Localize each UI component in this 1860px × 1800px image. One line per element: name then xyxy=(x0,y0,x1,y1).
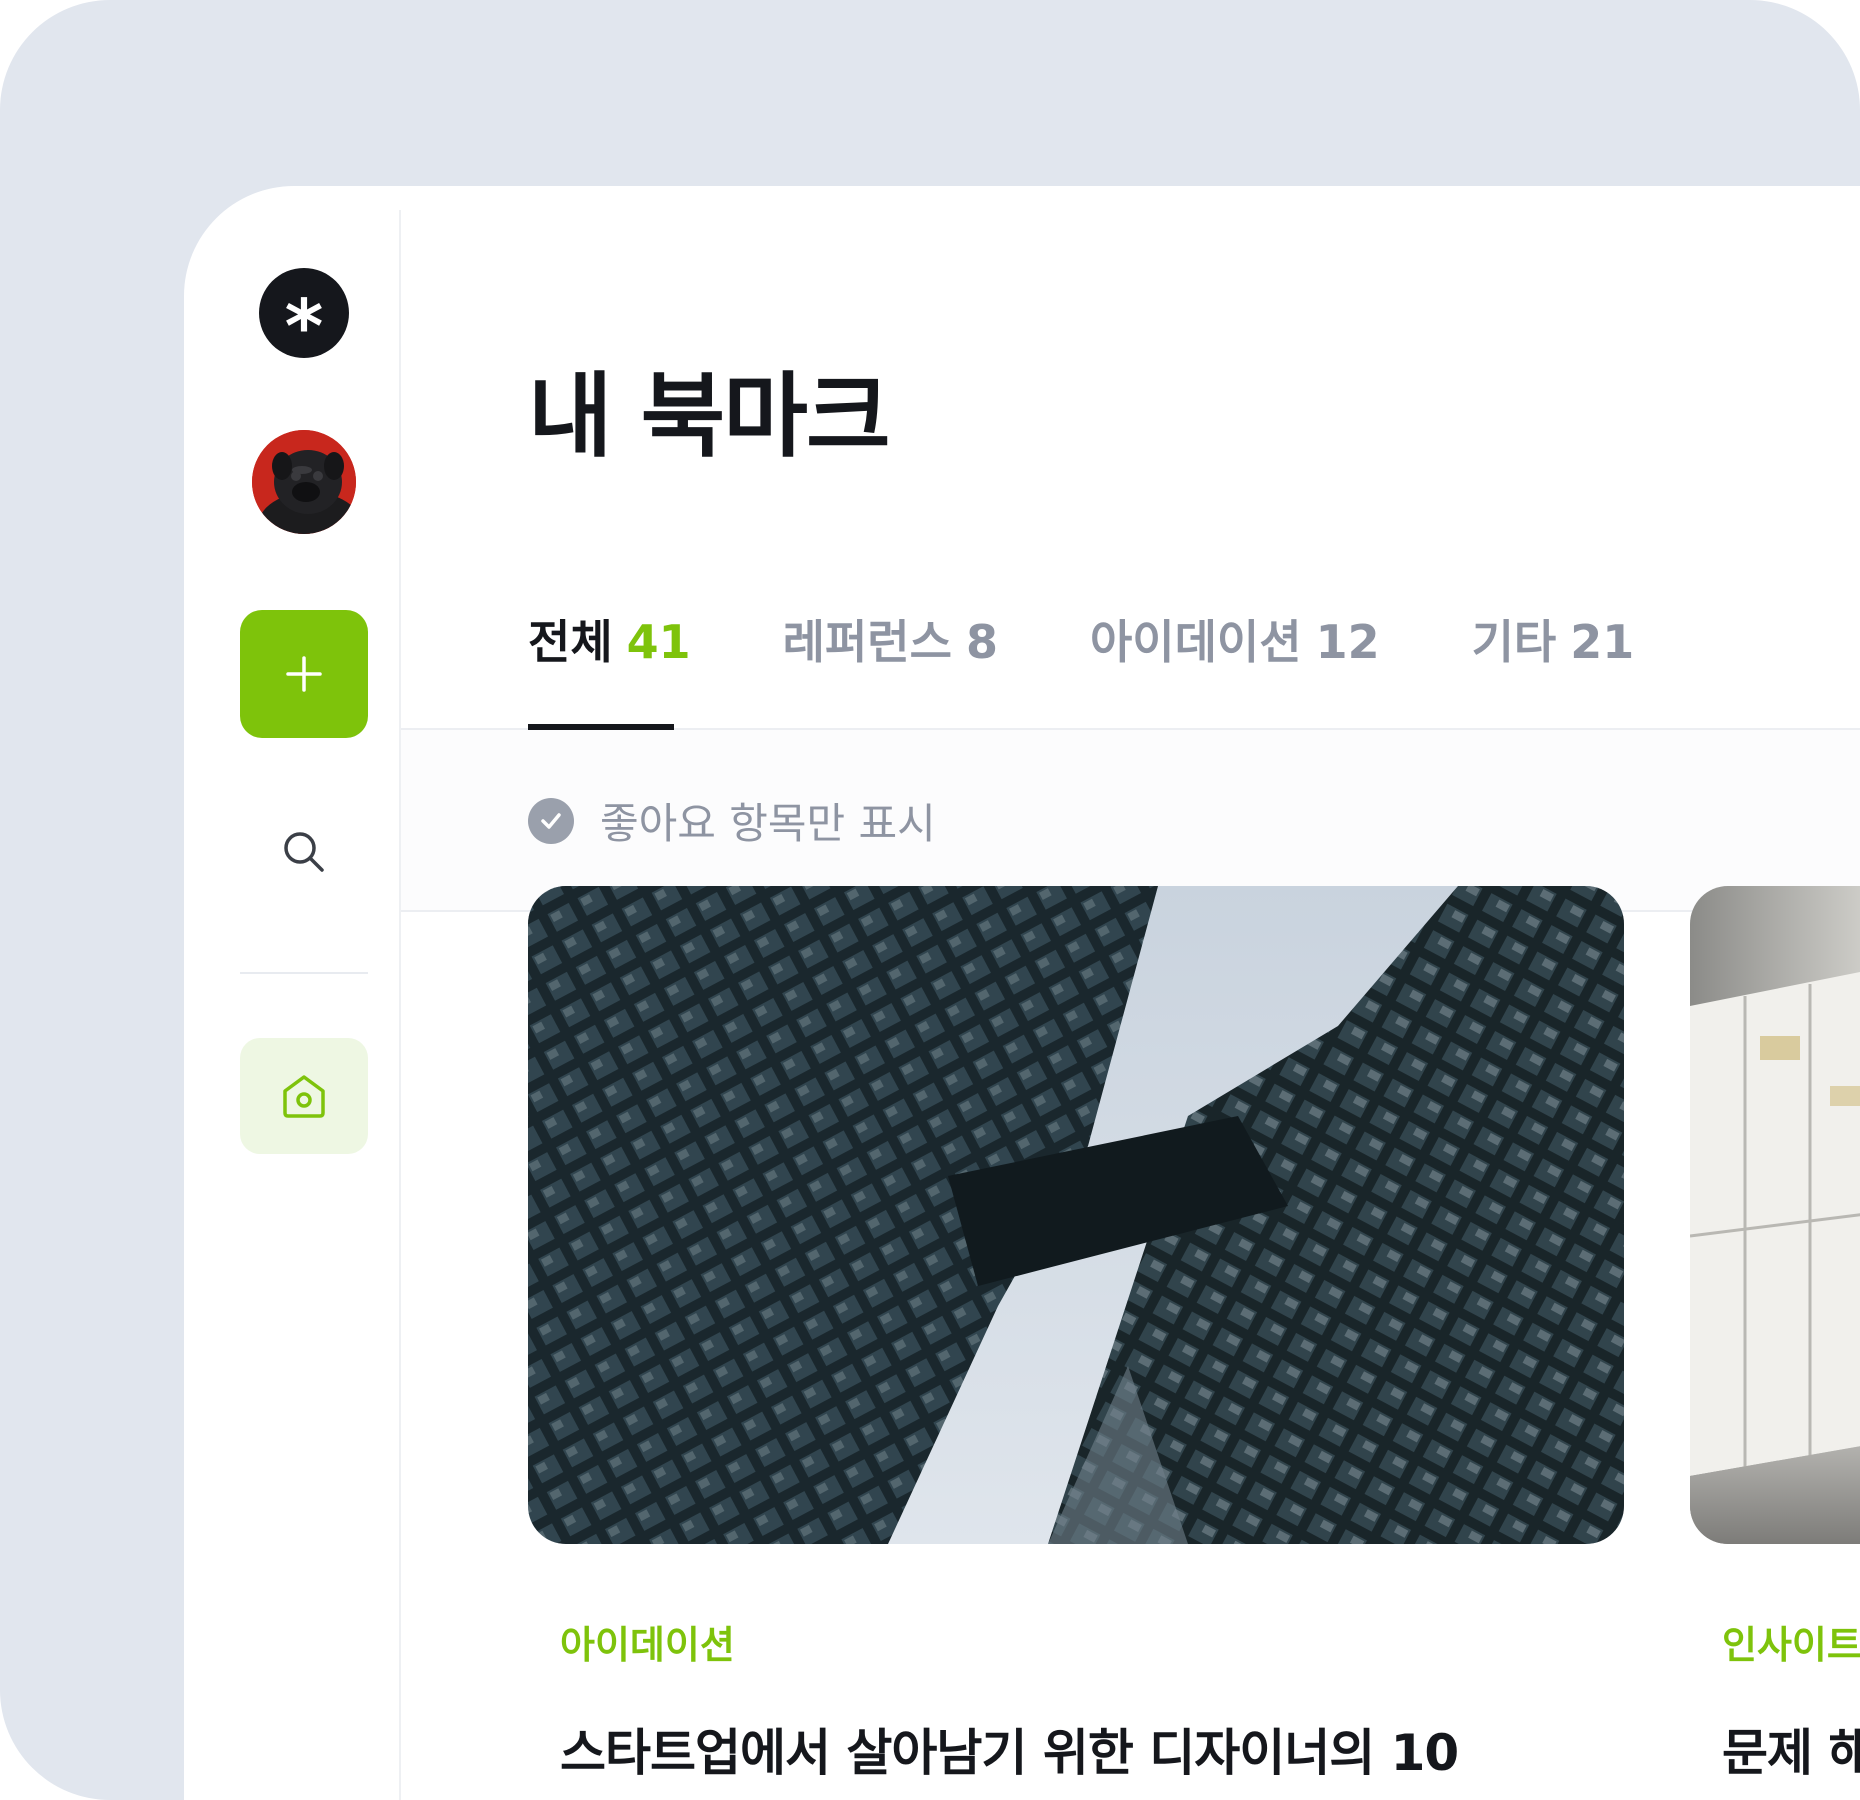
card-category: 인사이트 xyxy=(1722,1623,1860,1667)
tab-etc[interactable]: 기타 21 xyxy=(1472,606,1635,706)
tab-count: 12 xyxy=(1315,615,1380,669)
tab-label: 기타 xyxy=(1471,615,1557,669)
plus-icon xyxy=(286,656,322,692)
skyscrapers-photo xyxy=(528,886,1624,1544)
tab-count: 21 xyxy=(1570,615,1635,669)
home-button[interactable] xyxy=(240,1038,368,1154)
asterisk-icon[interactable]: * xyxy=(259,268,349,364)
device-frame: * 내 북마크 전체 41 레퍼런스 8 아이데이션 12 기타 21 좋아요 … xyxy=(0,0,1860,1800)
tab-reference[interactable]: 레퍼런스 8 xyxy=(783,606,998,706)
tab-label: 아이데이션 xyxy=(1089,615,1302,669)
search-icon xyxy=(284,832,324,872)
tab-all[interactable]: 전체 41 xyxy=(528,606,691,706)
logo-symbol: * xyxy=(284,284,324,370)
add-button[interactable] xyxy=(240,610,368,738)
check-icon xyxy=(528,797,574,844)
checkmark-glyph xyxy=(541,812,561,829)
card-category: 아이데이션 xyxy=(560,1623,735,1667)
liked-only-toggle[interactable]: 좋아요 항목만 표시 xyxy=(528,790,936,851)
gallery-wall-photo xyxy=(1690,886,1860,1544)
bookmark-card[interactable]: 인사이트 문제 해 xyxy=(1690,886,1860,1797)
home-icon xyxy=(283,1075,325,1118)
sidebar-divider xyxy=(240,972,368,974)
liked-only-label: 좋아요 항목만 표시 xyxy=(600,799,936,848)
user-avatar[interactable] xyxy=(252,430,356,534)
card-image xyxy=(1690,886,1860,1544)
active-tab-indicator xyxy=(528,724,674,730)
pug-avatar-image xyxy=(252,430,356,534)
tab-label: 전체 xyxy=(528,615,613,669)
card-image xyxy=(528,886,1624,1544)
card-title[interactable]: 문제 해 xyxy=(1722,1709,1860,1797)
tab-ideation[interactable]: 아이데이션 12 xyxy=(1090,606,1380,706)
page-title: 내 북마크 xyxy=(528,363,891,470)
tab-count: 41 xyxy=(626,615,691,669)
app-window: * 내 북마크 전체 41 레퍼런스 8 아이데이션 12 기타 21 좋아요 … xyxy=(184,186,1860,1800)
bookmark-card[interactable]: 아이데이션 스타트업에서 살아남기 위한 디자이너의 10가지 생존 스킬 xyxy=(528,886,1624,1800)
card-title[interactable]: 스타트업에서 살아남기 위한 디자이너의 10가지 생존 스킬 xyxy=(560,1709,1460,1800)
tab-count: 8 xyxy=(965,615,998,669)
sidebar-border xyxy=(399,210,401,1800)
search-button[interactable] xyxy=(274,822,334,882)
tab-label: 레퍼런스 xyxy=(782,615,952,669)
sidebar: * xyxy=(184,186,399,1800)
tab-bar: 전체 41 레퍼런스 8 아이데이션 12 기타 21 xyxy=(528,606,1726,686)
